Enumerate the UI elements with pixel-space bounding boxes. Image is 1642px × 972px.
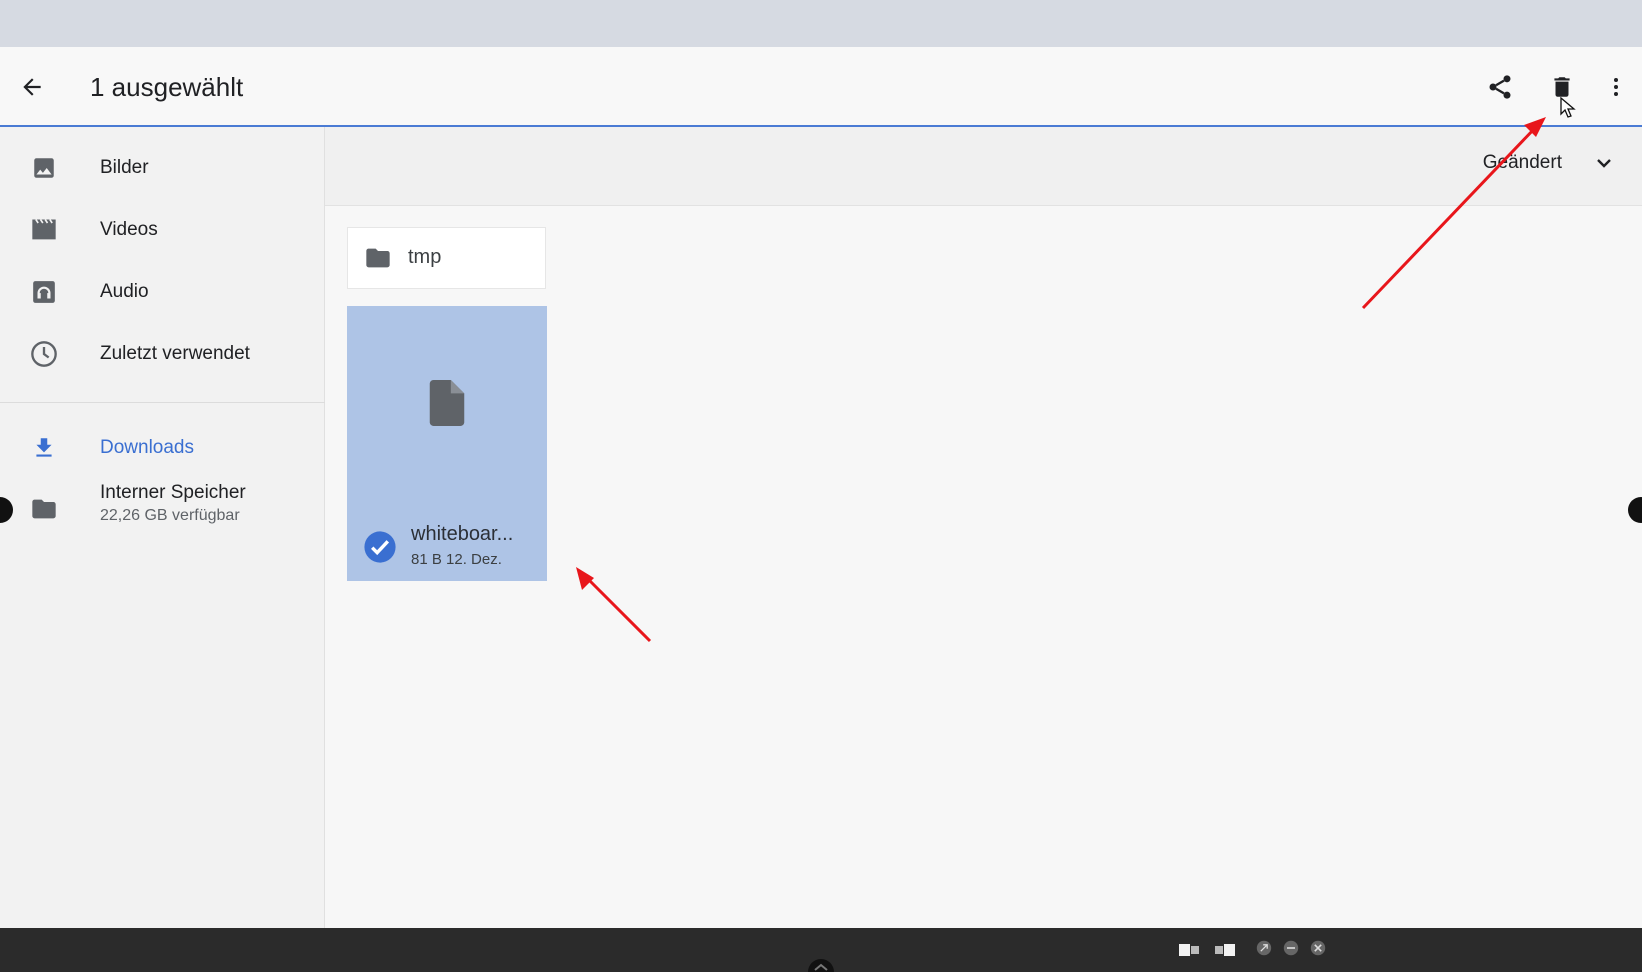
sidebar-item-label: Audio <box>100 281 149 302</box>
sidebar-item-downloads[interactable]: Downloads <box>0 418 325 476</box>
audio-icon <box>33 281 55 303</box>
sidebar-item-label: Interner Speicher <box>100 482 246 503</box>
folder-icon <box>366 248 390 268</box>
sidebar-item-recent[interactable]: Zuletzt verwendet <box>0 324 325 382</box>
minimize-icon[interactable] <box>1281 940 1301 956</box>
sidebar: Bilder Videos Audio Zuletzt verwendet Do… <box>0 127 325 928</box>
folder-name: tmp <box>408 246 442 268</box>
app-bar: 1 ausgewählt <box>0 47 1642 127</box>
folder-icon <box>32 499 56 519</box>
clock-icon <box>31 341 57 367</box>
check-circle-icon[interactable] <box>363 530 397 564</box>
video-icon <box>32 219 56 240</box>
sidebar-item-label: Videos <box>100 219 158 240</box>
share-icon <box>1489 75 1511 99</box>
sidebar-item-videos[interactable]: Videos <box>0 200 325 258</box>
sidebar-divider <box>0 402 325 403</box>
back-arrow-icon <box>23 78 41 96</box>
sidebar-item-internal-storage[interactable]: Interner Speicher 22,26 GB verfügbar <box>0 473 325 539</box>
folder-item-tmp[interactable]: tmp <box>347 227 546 289</box>
back-button[interactable] <box>14 69 50 105</box>
storage-available-label: 22,26 GB verfügbar <box>100 507 240 524</box>
sidebar-item-label: Zuletzt verwendet <box>100 343 250 364</box>
file-content-area: Geändert tmp whiteboar... 81 B 12. Dez. <box>325 127 1642 928</box>
sort-bar: Geändert <box>325 127 1642 206</box>
nav-home-icon[interactable] <box>806 958 836 972</box>
window-right-snap-icon[interactable] <box>1214 942 1236 958</box>
sidebar-item-audio[interactable]: Audio <box>0 262 325 320</box>
share-button[interactable] <box>1482 69 1518 105</box>
more-options-button[interactable] <box>1598 69 1634 105</box>
chevron-down-icon <box>1597 159 1611 168</box>
file-item-selected[interactable]: whiteboar... 81 B 12. Dez. <box>347 306 547 581</box>
sidebar-item-label: Bilder <box>100 157 149 178</box>
download-icon <box>36 438 52 457</box>
sidebar-item-bilder[interactable]: Bilder <box>0 138 325 196</box>
maximize-icon[interactable] <box>1254 940 1274 956</box>
file-meta: 81 B 12. Dez. <box>411 551 502 568</box>
taskbar <box>0 928 1642 972</box>
image-icon <box>34 158 54 178</box>
sort-dropdown-button[interactable] <box>1588 147 1620 179</box>
sidebar-item-label: Downloads <box>100 437 194 458</box>
file-icon <box>429 380 465 426</box>
window-left-snap-icon[interactable] <box>1178 942 1200 958</box>
mouse-cursor-icon <box>1560 97 1576 118</box>
sort-label[interactable]: Geändert <box>1483 152 1562 174</box>
selection-title: 1 ausgewählt <box>90 72 244 102</box>
close-icon[interactable] <box>1308 940 1328 956</box>
file-name: whiteboar... <box>411 523 514 545</box>
top-status-band <box>0 0 1642 47</box>
right-edge-handle[interactable] <box>1628 497 1642 523</box>
more-vert-icon <box>1614 78 1618 96</box>
